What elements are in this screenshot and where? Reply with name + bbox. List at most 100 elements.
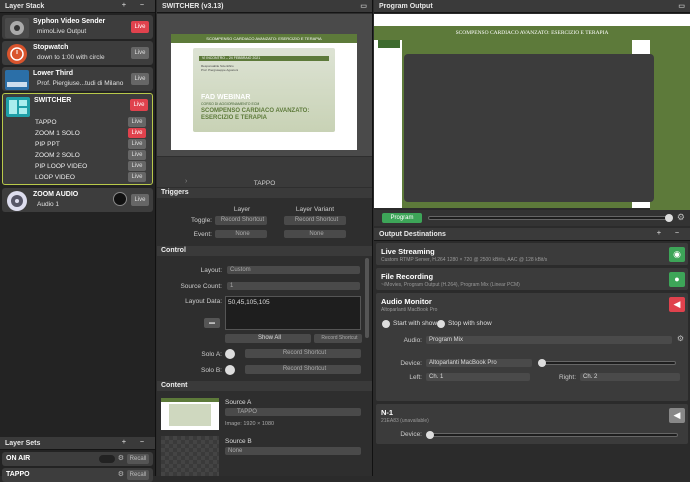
solo-a-radio[interactable] (225, 349, 235, 359)
switcher-item[interactable]: TAPPO Live (7, 117, 150, 128)
gear-icon[interactable]: ⚙ (677, 212, 685, 223)
add-remove-controls[interactable]: + − (122, 2, 150, 9)
layer-sub: mimoLive Output (37, 28, 87, 35)
dest-n1[interactable]: N-1 21EA83 (unavailable) ◀ Device: (376, 404, 688, 444)
dest-file-recording[interactable]: File Recording ~/Movies, Program Output … (376, 268, 688, 290)
monitor-volume-slider[interactable] (538, 359, 676, 367)
speaker-icon[interactable]: ◀ (669, 408, 685, 423)
window-toggle-icon[interactable]: ▭ (678, 2, 685, 10)
item-label: PIP LOOP VIDEO (35, 163, 88, 170)
record-shortcut-button[interactable]: Record Shortcut (215, 216, 267, 225)
speaker-icon[interactable]: ◀ (669, 297, 685, 312)
switcher-item[interactable]: LOOP VIDEO Live (7, 172, 150, 183)
switcher-item[interactable]: PIP LOOP VIDEO Live (7, 161, 150, 172)
trigger-col-variant: Layer Variant (295, 206, 335, 213)
layer-set-tappo[interactable]: TAPPO ⚙ Recall (2, 468, 153, 482)
layer-preview: SCOMPENSO CARDIACO AVANZATO: ESERCIZIO E… (157, 14, 372, 156)
show-all-button[interactable]: Show All (225, 334, 311, 343)
program-output-panel: Program Output ▭ SCOMPENSO CARDIACO AVAN… (374, 0, 690, 476)
source-a-select[interactable]: TAPPO (225, 408, 361, 416)
source-bar: TAPPO › (157, 157, 372, 187)
preview-frame: SCOMPENSO CARDIACO AVANZATO: ESERCIZIO E… (171, 34, 357, 150)
record-shortcut-button[interactable]: Record Shortcut (314, 334, 362, 343)
record-shortcut-button[interactable]: Record Shortcut (284, 216, 346, 225)
layout-data-field[interactable]: 50,45,105,105 (225, 296, 361, 330)
switcher-item[interactable]: ZOOM 2 SOLO Live (7, 150, 150, 161)
output-destinations-header: Output Destinations + − (374, 228, 690, 241)
layer-name: Lower Third (33, 70, 74, 77)
gear-icon[interactable]: ⚙ (677, 334, 684, 343)
stop-with-show-checkbox[interactable] (437, 320, 445, 328)
device-select[interactable]: Altoparlanti MacBook Pro (426, 359, 532, 367)
layer-sub: down to 1:00 with circle (37, 54, 105, 61)
live-button[interactable]: Live (130, 99, 148, 111)
layer-syphon[interactable]: Syphon Video Sender mimoLive Output Live (2, 15, 153, 39)
start-with-show-checkbox[interactable] (382, 320, 390, 328)
gear-icon[interactable]: ⚙ (118, 454, 124, 462)
switcher-item[interactable]: ZOOM 1 SOLO Live (7, 128, 150, 139)
window-toggle-icon[interactable]: ▭ (360, 2, 367, 10)
slider-knob[interactable] (665, 214, 673, 222)
live-button[interactable]: Live (128, 128, 146, 138)
recall-button[interactable]: Recall (127, 454, 149, 464)
chevron-right-icon[interactable]: › (185, 178, 187, 185)
program-output-header: Program Output ▭ (374, 0, 690, 13)
live-button[interactable]: Live (128, 172, 146, 182)
live-button[interactable]: Live (131, 73, 149, 85)
live-button[interactable]: Live (128, 150, 146, 160)
slider-knob[interactable] (426, 431, 434, 439)
live-button[interactable]: Live (128, 161, 146, 171)
live-button[interactable]: Live (131, 21, 149, 33)
preview-big-title: SCOMPENSO CARDIACO AVANZATO: ESERCIZIO E… (201, 108, 310, 121)
event-select[interactable]: None (215, 230, 267, 238)
layer-name: Stopwatch (33, 44, 69, 51)
layer-set-on-air[interactable]: ON AIR ⚙ Recall (2, 452, 153, 466)
left-channel-select[interactable]: Ch. 1 (426, 373, 530, 381)
program-volume-slider[interactable] (428, 214, 673, 222)
n1-device-slider[interactable] (426, 431, 678, 439)
program-button[interactable]: Program (382, 213, 422, 223)
broadcast-icon[interactable]: ◉ (669, 247, 685, 262)
layer-lower-third[interactable]: Lower Third Prof. Piergiuse...tudi di Mi… (2, 67, 153, 91)
source-b-select[interactable]: None (225, 447, 361, 455)
layer-name: ZOOM AUDIO (33, 191, 79, 198)
layer-switcher[interactable]: SWITCHER Live TAPPO Live ZOOM 1 SOLO Live … (2, 93, 153, 185)
gear-icon[interactable]: ⚙ (118, 470, 124, 478)
preview-date: VI INCONTRO – 24 FEBBRAIO 2021 (199, 56, 329, 61)
recall-button[interactable]: Recall (127, 470, 149, 480)
source-b-thumbnail[interactable] (161, 436, 219, 476)
layout-select[interactable]: Custom (227, 266, 360, 274)
scrollbar[interactable] (365, 258, 369, 338)
set-toggle[interactable] (99, 455, 115, 463)
right-channel-select[interactable]: Ch. 2 (580, 373, 680, 381)
control-heading: Control (157, 246, 372, 256)
add-remove-controls[interactable]: + − (657, 230, 685, 237)
source-a-thumbnail[interactable] (161, 398, 219, 430)
folder-icon[interactable]: ▬ (204, 318, 220, 328)
lower-third-icon (5, 70, 29, 90)
source-count-label: Source Count: (180, 283, 222, 290)
solo-b-radio[interactable] (225, 365, 235, 375)
live-button[interactable]: Live (128, 139, 146, 149)
audio-label: Audio: (403, 337, 422, 344)
source-count-select[interactable]: 1 (227, 282, 360, 290)
audio-select[interactable]: Program Mix (426, 336, 672, 344)
slider-knob[interactable] (538, 359, 546, 367)
record-shortcut-button[interactable]: Record Shortcut (245, 349, 361, 358)
layer-zoom-audio[interactable]: ZOOM AUDIO Audio 1 Live (2, 188, 153, 212)
switcher-header: SWITCHER (v3.13) ▭ (157, 0, 372, 13)
add-remove-controls[interactable]: + − (122, 439, 150, 446)
dest-audio-monitor[interactable]: Audio Monitor Altoparlanti MacBook Pro ◀… (376, 293, 688, 401)
device-label: Device: (400, 431, 422, 438)
variant-event-select[interactable]: None (284, 230, 346, 238)
live-button[interactable]: Live (131, 47, 149, 59)
record-icon[interactable]: ● (669, 272, 685, 287)
layer-stopwatch[interactable]: Stopwatch down to 1:00 with circle Live (2, 41, 153, 65)
live-button[interactable]: Live (128, 117, 146, 127)
stopwatch-icon (7, 44, 27, 64)
switcher-item[interactable]: PIP PPT Live (7, 139, 150, 150)
live-button[interactable]: Live (131, 194, 149, 206)
record-shortcut-button[interactable]: Record Shortcut (245, 365, 361, 374)
dest-live-streaming[interactable]: Live Streaming Custom RTMP Server, H.264… (376, 243, 688, 265)
volume-knob[interactable] (113, 192, 127, 206)
